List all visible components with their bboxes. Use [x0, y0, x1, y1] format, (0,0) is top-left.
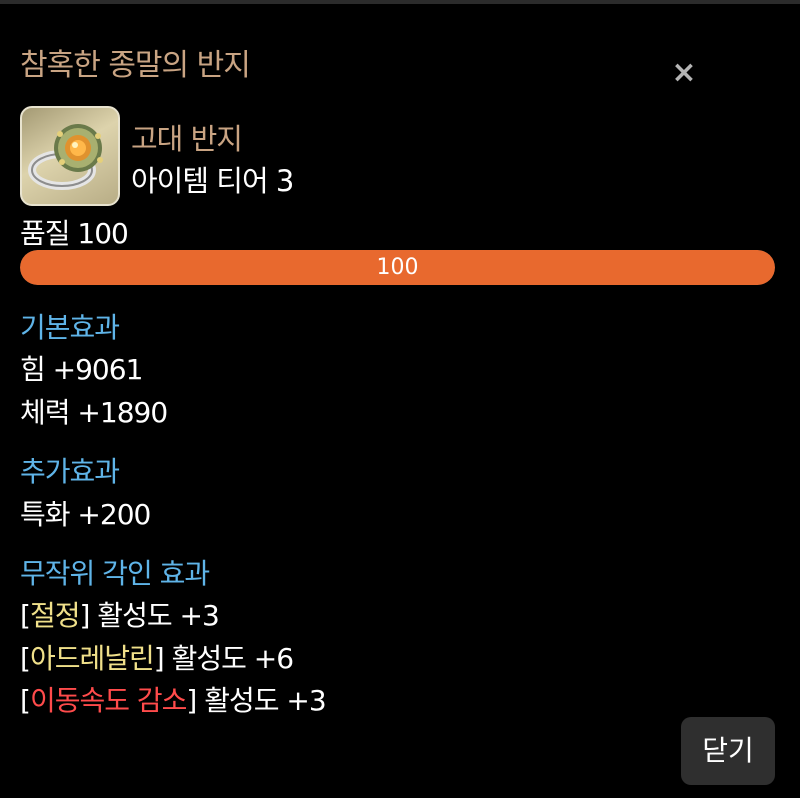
close-button[interactable]: 닫기 — [681, 717, 775, 785]
basic-effects-header: 기본효과 — [20, 311, 120, 344]
engraving-name: 이동속도 감소 — [29, 684, 187, 717]
ring-icon — [20, 106, 120, 206]
engraving-activation: 활성도 +3 — [196, 684, 326, 717]
engraving-activation: 활성도 +6 — [163, 642, 294, 675]
basic-effect-line: 체력 +1890 — [20, 396, 168, 429]
item-title: 참혹한 종말의 반지 — [20, 48, 251, 83]
basic-effect-line: 힘 +9061 — [20, 353, 143, 386]
engraving-name: 아드레날린 — [29, 642, 155, 675]
bracket-open: [ — [20, 642, 31, 675]
top-border — [0, 0, 800, 4]
engraving-effects-header: 무작위 각인 효과 — [20, 557, 210, 590]
bracket-close: ] — [186, 684, 197, 717]
engraving-name: 절정 — [29, 599, 81, 632]
engraving-line: [절정] 활성도 +3 — [20, 594, 220, 634]
bracket-close: ] — [79, 599, 90, 632]
bracket-open: [ — [20, 684, 31, 717]
engraving-line: [이동속도 감소] 활성도 +3 — [20, 679, 327, 719]
extra-effects-header: 추가효과 — [20, 455, 120, 488]
quality-bar-value: 100 — [376, 255, 419, 280]
item-grade: 고대 반지 — [131, 122, 243, 156]
bracket-close: ] — [153, 642, 165, 675]
quality-label: 품질 100 — [20, 217, 129, 250]
engraving-line: [아드레날린] 활성도 +6 — [20, 637, 294, 677]
engraving-activation: 활성도 +3 — [89, 599, 219, 632]
extra-effect-line: 특화 +200 — [20, 498, 151, 531]
item-tier: 아이템 티어 3 — [131, 164, 294, 198]
close-icon[interactable]: × — [670, 56, 698, 90]
bracket-open: [ — [20, 599, 31, 632]
quality-bar: 100 — [20, 250, 775, 285]
